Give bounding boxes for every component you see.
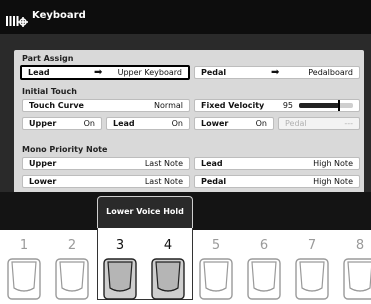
- lead-assign-field[interactable]: Lead ➡ Upper Keyboard: [20, 65, 190, 80]
- pedal-number-1: 1: [19, 238, 29, 253]
- lead-priority-field[interactable]: Lead High Note: [194, 157, 360, 170]
- initial-touch-heading: Initial Touch: [22, 87, 77, 96]
- part-assign-heading: Part Assign: [22, 54, 74, 63]
- lead-priority-label: Lead: [201, 159, 223, 168]
- display-screen: Keyboard Part Assign Lead ➡ Upper Keyboa…: [0, 0, 371, 230]
- keyboard-icon: [6, 12, 28, 31]
- lead-assign-label: Lead: [28, 68, 50, 77]
- lower-priority-field[interactable]: Lower Last Note: [22, 175, 190, 188]
- page-title: Keyboard: [32, 10, 86, 21]
- pedal-4[interactable]: [151, 258, 185, 304]
- pedal-number-3: 3: [115, 238, 125, 253]
- pedal-assign-label: Pedal: [201, 68, 227, 77]
- lower-priority-value: Last Note: [144, 177, 183, 186]
- upper-touch-value: On: [83, 119, 95, 128]
- pedal-number-5: 5: [211, 238, 221, 253]
- pedal-assign-value: Pedalboard: [308, 68, 353, 77]
- lead-touch-value: On: [171, 119, 183, 128]
- arrow-right-icon: ➡: [94, 67, 103, 78]
- lower-touch-label: Lower: [201, 119, 229, 128]
- pedal-number-7: 7: [307, 238, 317, 253]
- title-bar: Keyboard: [0, 0, 371, 34]
- lower-touch-field[interactable]: Lower On: [194, 117, 274, 130]
- lead-priority-value: High Note: [313, 159, 353, 168]
- arrow-right-icon: ➡: [271, 67, 280, 78]
- upper-priority-value: Last Note: [144, 159, 183, 168]
- upper-priority-label: Upper: [29, 159, 57, 168]
- touch-curve-label: Touch Curve: [29, 101, 84, 110]
- lower-voice-hold-tab[interactable]: Lower Voice Hold: [97, 196, 193, 230]
- pedal-1[interactable]: [7, 258, 41, 304]
- fixed-velocity-slider-knob[interactable]: [338, 100, 341, 111]
- upper-touch-field[interactable]: Upper On: [22, 117, 102, 130]
- fixed-velocity-slider[interactable]: [299, 100, 353, 111]
- mono-priority-heading: Mono Priority Note: [22, 145, 108, 154]
- pedal-touch-field: Pedal ---: [278, 117, 360, 130]
- lead-assign-value: Upper Keyboard: [117, 68, 182, 77]
- pedal-3[interactable]: [103, 258, 137, 304]
- lead-touch-label: Lead: [113, 119, 135, 128]
- pedal-assign-field[interactable]: Pedal ➡ Pedalboard: [194, 66, 360, 79]
- upper-touch-label: Upper: [29, 119, 57, 128]
- pedal-number-4: 4: [163, 238, 173, 253]
- pedal-number-8: 8: [355, 238, 365, 253]
- pedal-priority-label: Pedal: [201, 177, 227, 186]
- fixed-velocity-value: 95: [282, 101, 293, 110]
- pedal-number-2: 2: [67, 238, 77, 253]
- pedal-number-6: 6: [259, 238, 269, 253]
- pedal-5[interactable]: [199, 258, 233, 304]
- lower-voice-hold-label: Lower Voice Hold: [106, 207, 184, 216]
- fixed-velocity-label: Fixed Velocity: [201, 101, 265, 110]
- touch-curve-field[interactable]: Touch Curve Normal: [22, 99, 190, 112]
- upper-priority-field[interactable]: Upper Last Note: [22, 157, 190, 170]
- lead-touch-field[interactable]: Lead On: [106, 117, 190, 130]
- pedal-priority-field[interactable]: Pedal High Note: [194, 175, 360, 188]
- pedal-6[interactable]: [247, 258, 281, 304]
- fixed-velocity-field[interactable]: Fixed Velocity 95: [194, 99, 360, 112]
- pedal-7[interactable]: [295, 258, 329, 304]
- touch-curve-value: Normal: [154, 101, 183, 110]
- pedal-touch-label: Pedal: [285, 119, 307, 128]
- pedal-2[interactable]: [55, 258, 89, 304]
- lower-priority-label: Lower: [29, 177, 57, 186]
- pedal-touch-value: ---: [344, 119, 353, 128]
- pedal-priority-value: High Note: [313, 177, 353, 186]
- pedal-8[interactable]: [343, 258, 371, 304]
- lower-touch-value: On: [255, 119, 267, 128]
- fixed-velocity-slider-fill: [299, 103, 340, 108]
